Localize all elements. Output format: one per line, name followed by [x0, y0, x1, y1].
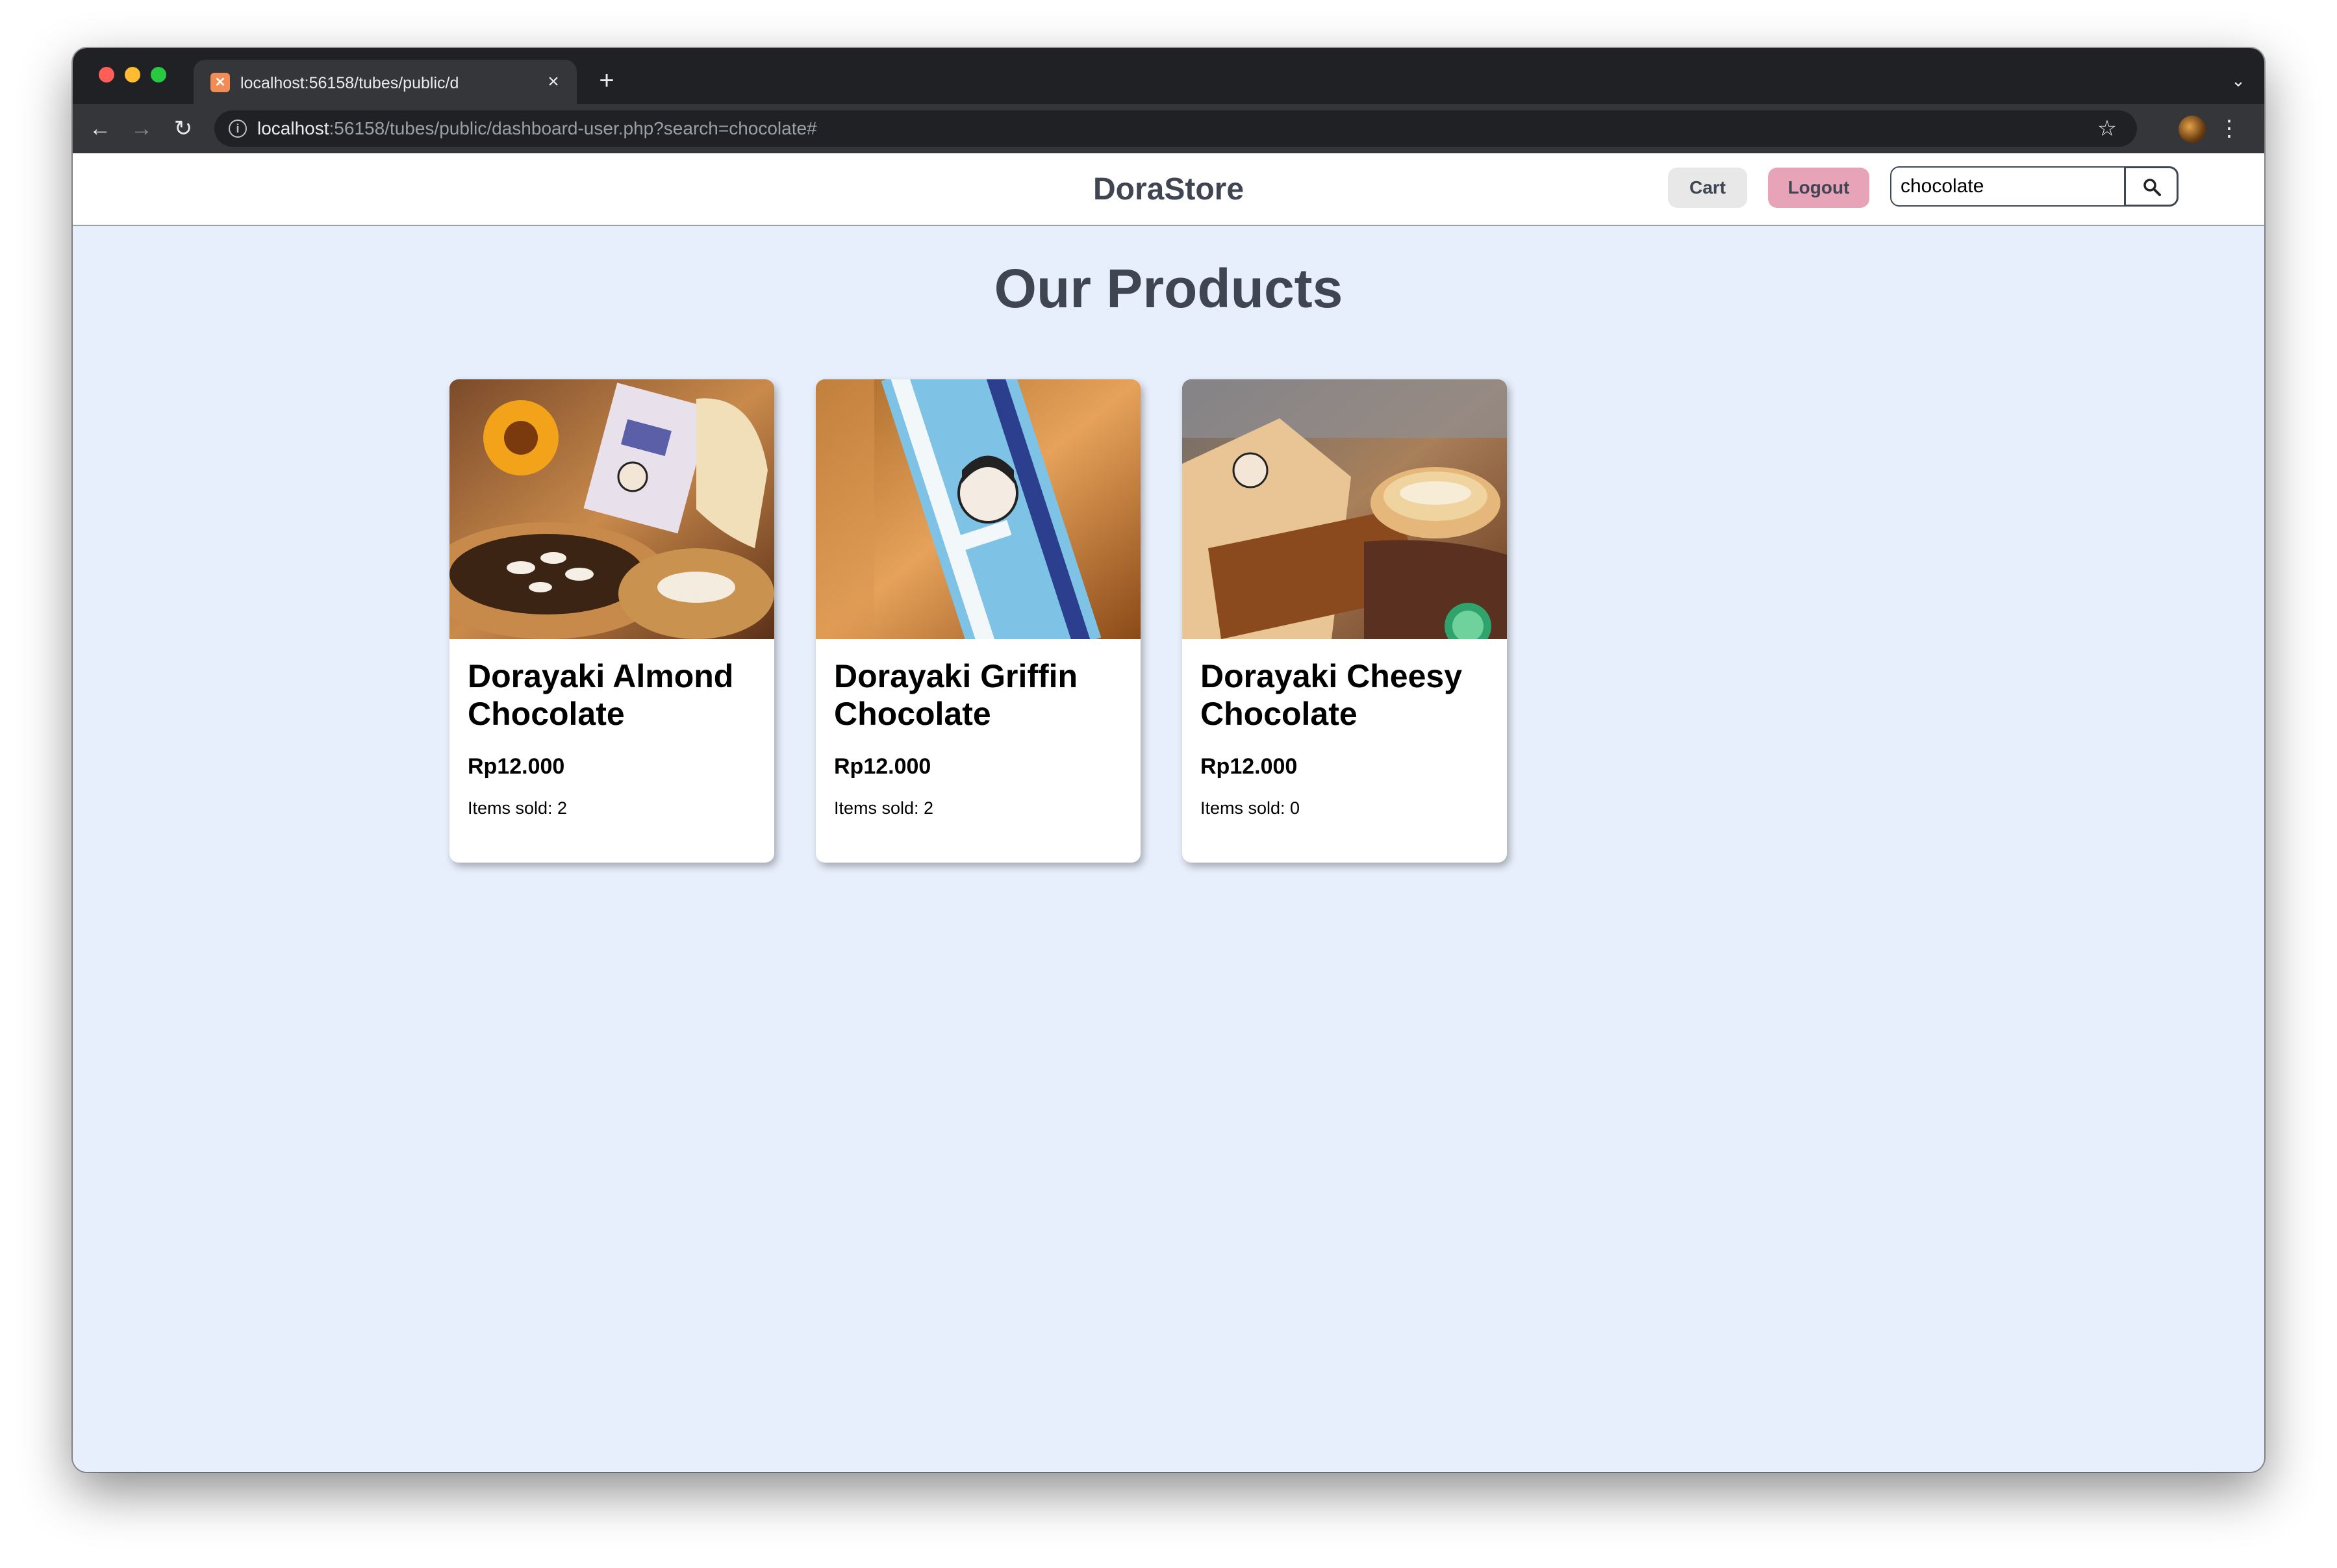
logout-button[interactable]: Logout — [1768, 168, 1869, 208]
product-image[interactable] — [449, 379, 774, 639]
tab-bar: ✕ localhost:56158/tubes/public/d × + ⌄ — [73, 48, 2264, 104]
close-icon[interactable]: × — [540, 69, 566, 95]
xampp-favicon-icon: ✕ — [210, 73, 230, 92]
product-name[interactable]: Dorayaki Griffin Chocolate — [834, 657, 1126, 733]
close-window-button[interactable] — [99, 67, 114, 82]
items-sold: Items sold: 2 — [468, 798, 568, 818]
plus-icon[interactable]: + — [592, 66, 621, 95]
url-host: localhost — [257, 118, 329, 138]
product-card[interactable]: Dorayaki Almond Chocolate Rp12.000 Items… — [449, 379, 774, 863]
search-button[interactable] — [2124, 166, 2179, 207]
browser-toolbar: ← → ↻ i localhost:56158/tubes/public/das… — [73, 104, 2264, 155]
avatar[interactable] — [2179, 116, 2206, 143]
url-path: :56158/tubes/public/dashboard-user.php?s… — [329, 118, 817, 138]
address-bar[interactable]: i localhost:56158/tubes/public/dashboard… — [214, 110, 2137, 147]
reload-icon[interactable]: ↻ — [168, 113, 199, 144]
back-arrow-icon[interactable]: ← — [84, 113, 116, 144]
minimize-window-button[interactable] — [125, 67, 140, 82]
product-card[interactable]: Dorayaki Cheesy Chocolate Rp12.000 Items… — [1182, 379, 1507, 863]
info-icon[interactable]: i — [229, 120, 247, 138]
product-price: Rp12.000 — [468, 754, 565, 779]
site-header: DoraStore Cart Logout — [73, 153, 2264, 226]
page-title: Our Products — [994, 258, 1343, 319]
search-icon — [2143, 179, 2161, 196]
kebab-menu-icon[interactable]: ⋮ — [2216, 113, 2242, 144]
page-viewport: DoraStore Cart Logout Our Products — [73, 153, 2264, 1472]
product-name[interactable]: Dorayaki Almond Chocolate — [468, 657, 760, 733]
product-name[interactable]: Dorayaki Cheesy Chocolate — [1200, 657, 1493, 733]
product-image[interactable] — [816, 379, 1141, 639]
product-card[interactable]: Dorayaki Griffin Chocolate Rp12.000 Item… — [816, 379, 1141, 863]
search-input[interactable] — [1890, 166, 2125, 207]
product-price: Rp12.000 — [1200, 754, 1298, 779]
items-sold: Items sold: 2 — [834, 798, 934, 818]
maximize-window-button[interactable] — [151, 67, 166, 82]
browser-window: ✕ localhost:56158/tubes/public/d × + ⌄ ←… — [73, 48, 2264, 1472]
cart-button[interactable]: Cart — [1668, 168, 1747, 208]
items-sold: Items sold: 0 — [1200, 798, 1300, 818]
chevron-down-icon[interactable]: ⌄ — [2225, 68, 2251, 94]
url-text[interactable]: localhost:56158/tubes/public/dashboard-u… — [257, 118, 817, 139]
product-price: Rp12.000 — [834, 754, 931, 779]
forward-arrow-icon[interactable]: → — [126, 113, 157, 144]
product-image[interactable] — [1182, 379, 1507, 639]
star-icon[interactable]: ☆ — [2094, 116, 2120, 142]
tab-title: localhost:56158/tubes/public/d — [240, 74, 459, 92]
browser-tab[interactable]: ✕ localhost:56158/tubes/public/d × — [194, 60, 577, 104]
